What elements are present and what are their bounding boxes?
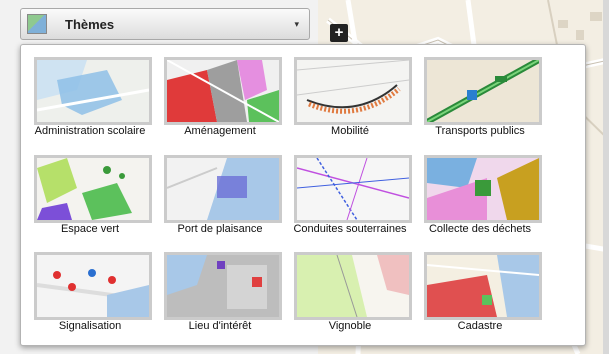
layers-thumbnail-icon [27,14,47,34]
theme-thumbnail [164,155,282,223]
theme-cadastre[interactable]: Cadastre [412,252,542,344]
theme-thumbnail [34,57,152,125]
theme-thumbnail [424,57,542,125]
theme-thumbnail [164,57,282,125]
theme-thumbnail [164,252,282,320]
theme-administration-scolaire[interactable]: Administration scolaire [22,57,152,149]
theme-mobilite[interactable]: Mobilité [282,57,412,149]
themes-dropdown[interactable]: Thèmes ▾ [20,8,310,40]
theme-label: Administration scolaire [34,125,146,137]
theme-label: Espace vert [60,223,120,235]
theme-thumbnail [34,155,152,223]
theme-label: Conduites souterraines [293,223,407,235]
theme-thumbnail [294,252,412,320]
theme-label: Aménagement [184,125,256,137]
theme-thumbnail [294,57,412,125]
zoom-in-button[interactable]: + [330,24,348,42]
theme-conduites-souterraines[interactable]: Conduites souterraines [282,155,412,247]
theme-transports-publics[interactable]: Transports publics [412,57,542,149]
right-edge-scrollbar[interactable] [603,0,609,354]
theme-lieu-d-interet[interactable]: Lieu d'intérêt [152,252,282,344]
themes-title: Thèmes [65,16,115,32]
theme-label: Transports publics [435,125,525,137]
theme-espace-vert[interactable]: Espace vert [22,155,152,247]
theme-thumbnail [424,155,542,223]
theme-label: Port de plaisance [177,223,263,235]
theme-amenagement[interactable]: Aménagement [152,57,282,149]
chevron-down-icon: ▾ [294,18,299,29]
theme-vignoble[interactable]: Vignoble [282,252,412,344]
theme-thumbnail [424,252,542,320]
theme-label: Vignoble [328,320,372,332]
theme-port-de-plaisance[interactable]: Port de plaisance [152,155,282,247]
theme-label: Signalisation [58,320,122,332]
theme-signalisation[interactable]: Signalisation [22,252,152,344]
themes-popup: Administration scolaire Aménagement Mobi… [20,44,586,346]
theme-thumbnail [34,252,152,320]
theme-thumbnail [294,155,412,223]
theme-label: Collecte des déchets [428,223,532,235]
theme-label: Mobilité [331,125,369,137]
theme-label: Lieu d'intérêt [188,320,252,332]
theme-collecte-des-dechets[interactable]: Collecte des déchets [412,155,542,247]
theme-label: Cadastre [457,320,503,332]
